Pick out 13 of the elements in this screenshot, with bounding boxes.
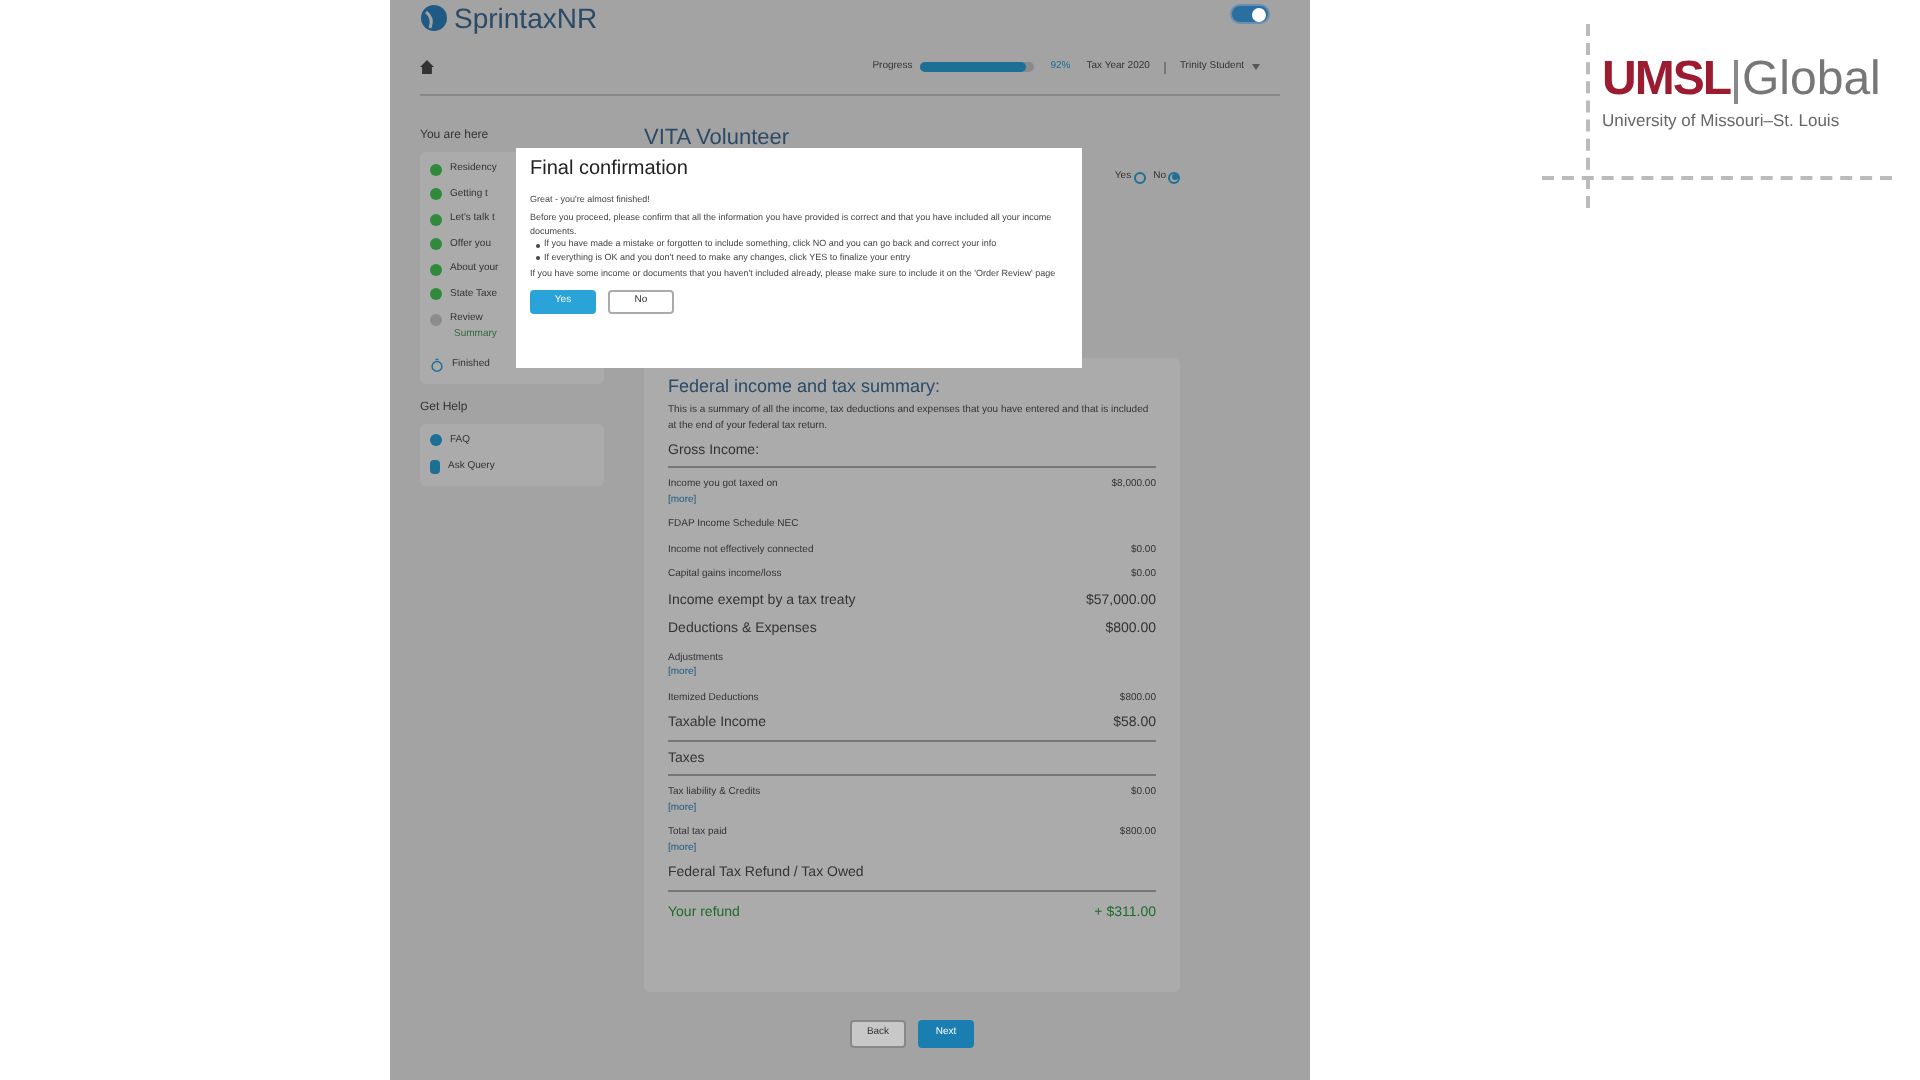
home-icon[interactable] — [420, 60, 434, 74]
stopwatch-icon — [430, 358, 444, 373]
section-title: VITA Volunteer — [644, 128, 790, 150]
dialog-title: Final confirmation — [530, 160, 690, 180]
radio-button[interactable] — [1168, 171, 1180, 184]
caret-icon[interactable] — [1252, 64, 1260, 70]
app-logo: SprintaxNR — [454, 2, 598, 34]
summary-title: Federal income and tax summary: — [668, 377, 943, 395]
brand-name: UMSL — [1602, 56, 1730, 104]
radio-button[interactable] — [1133, 171, 1146, 184]
brand-sub: Global — [1742, 56, 1881, 104]
toggle-switch[interactable] — [1230, 4, 1270, 24]
brand-tagline: University of Missouri–St. Louis — [1602, 108, 1842, 134]
